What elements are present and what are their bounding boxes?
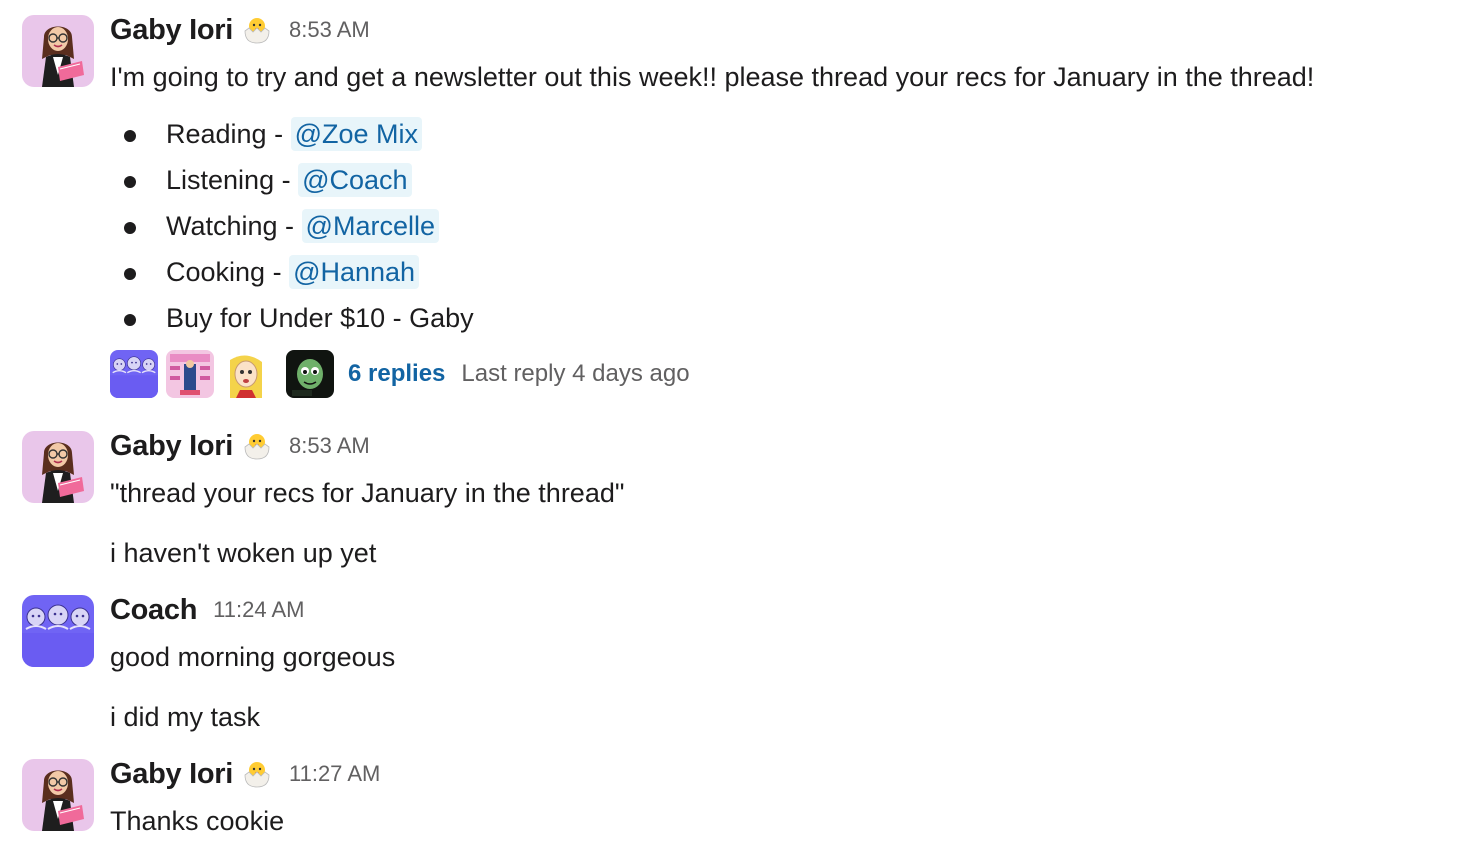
- list-item: Cooking - @Hannah: [110, 249, 474, 295]
- user-mention[interactable]: @Hannah: [289, 255, 420, 289]
- timestamp[interactable]: 8:53 AM: [289, 17, 370, 43]
- bullet-label: Cooking -: [166, 257, 290, 287]
- bullet-icon: [124, 176, 136, 188]
- bullet-list: Reading - @Zoe Mix Listening - @Coach Wa…: [110, 111, 474, 341]
- message-text: good morning gorgeous: [110, 642, 396, 672]
- list-item: Watching - @Marcelle: [110, 203, 474, 249]
- message-text: Thanks cookie: [110, 806, 285, 836]
- bullet-icon: [124, 222, 136, 234]
- message-header: Gaby Iori 11:27 AM: [110, 758, 1450, 791]
- hatching-chick-icon[interactable]: [241, 431, 273, 461]
- message-text: i did my task: [110, 702, 261, 732]
- replies-link[interactable]: 6 replies: [348, 360, 445, 388]
- sender-name[interactable]: Gaby Iori: [110, 758, 233, 791]
- message-header: Gaby Iori 8:53 AM: [110, 14, 1450, 47]
- sender-name[interactable]: Gaby Iori: [110, 14, 233, 47]
- bullet-label: Watching -: [166, 211, 302, 241]
- user-mention[interactable]: @Marcelle: [301, 209, 439, 243]
- bullet-label: Buy for Under $10 - Gaby: [166, 303, 474, 333]
- message-header: Gaby Iori 8:53 AM: [110, 430, 1450, 463]
- bullet-icon: [124, 314, 136, 326]
- thread-summary[interactable]: 6 replies Last reply 4 days ago: [110, 350, 690, 398]
- sender-name[interactable]: Gaby Iori: [110, 430, 233, 463]
- bullet-label: Listening -: [166, 165, 299, 195]
- hatching-chick-icon[interactable]: [241, 15, 273, 45]
- message-header: Coach 11:24 AM: [110, 594, 1450, 627]
- list-item: Reading - @Zoe Mix: [110, 111, 474, 157]
- list-item: Listening - @Coach: [110, 157, 474, 203]
- avatar[interactable]: [22, 15, 94, 87]
- avatar: [166, 350, 214, 398]
- bullet-icon: [124, 130, 136, 142]
- avatar: [222, 350, 270, 398]
- user-mention[interactable]: @Coach: [298, 163, 412, 197]
- timestamp[interactable]: 11:27 AM: [289, 761, 380, 787]
- timestamp[interactable]: 8:53 AM: [289, 433, 370, 459]
- message-text: i haven't woken up yet: [110, 538, 377, 568]
- list-item: Buy for Under $10 - Gaby: [110, 295, 474, 341]
- message-text: I'm going to try and get a newsletter ou…: [110, 62, 1315, 92]
- avatar[interactable]: [22, 431, 94, 503]
- bullet-icon: [124, 268, 136, 280]
- last-reply-time: Last reply 4 days ago: [461, 360, 690, 387]
- avatar[interactable]: [22, 759, 94, 831]
- avatar: [110, 350, 158, 398]
- user-mention[interactable]: @Zoe Mix: [290, 117, 423, 151]
- hatching-chick-icon[interactable]: [241, 759, 273, 789]
- sender-name[interactable]: Coach: [110, 594, 197, 627]
- avatar: [286, 350, 334, 398]
- message-text: "thread your recs for January in the thr…: [110, 478, 625, 508]
- avatar[interactable]: [22, 595, 94, 667]
- timestamp[interactable]: 11:24 AM: [213, 597, 304, 623]
- bullet-label: Reading -: [166, 119, 291, 149]
